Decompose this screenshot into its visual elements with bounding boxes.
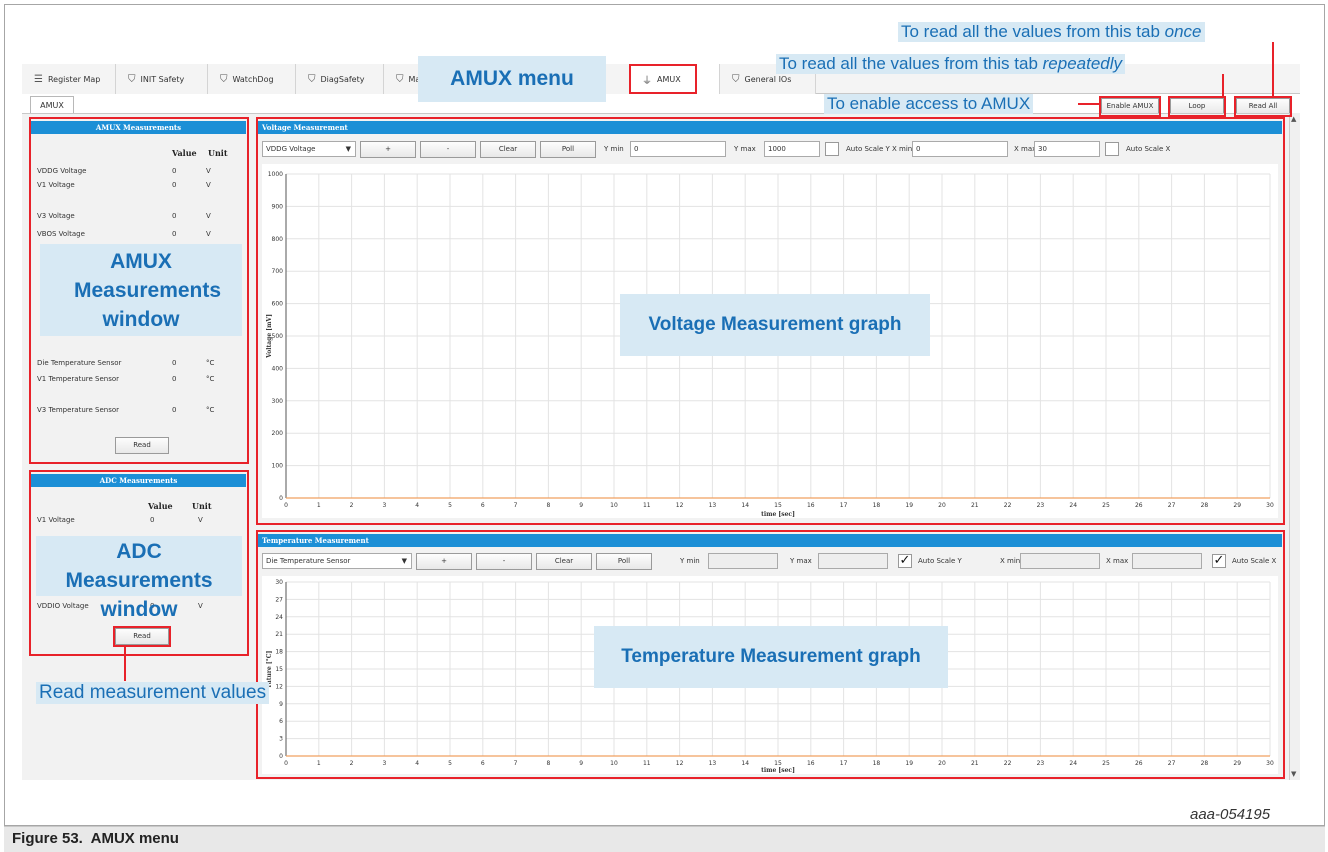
list-icon: ☰ <box>34 73 43 85</box>
leader-line-read <box>124 647 126 681</box>
callout-temp-graph: Temperature Measurement graph <box>594 626 948 688</box>
tab-diagsafety[interactable]: ⛉ DiagSafety <box>296 64 384 94</box>
leader-line-read-all <box>1272 42 1274 97</box>
amux-tab-highlight <box>629 64 697 94</box>
tab-init-safety[interactable]: ⛉ INIT Safety <box>116 64 208 94</box>
annotation-enable-amux: To enable access to AMUX <box>824 94 1034 114</box>
caption-bar <box>4 826 1325 852</box>
adc-read-highlight <box>113 626 171 647</box>
figure-page: { "main_tabs": [ {"label": "Register Map… <box>0 0 1328 852</box>
annotation-read-values: Read measurement values <box>36 682 270 704</box>
subtab-amux[interactable]: AMUX <box>30 96 74 114</box>
vertical-scrollbar[interactable]: ▲ ▼ <box>1289 113 1300 780</box>
annotation-loop: To read all the values from this tab rep… <box>776 54 1126 74</box>
leader-line-enable <box>1078 103 1100 105</box>
loop-highlight <box>1168 96 1226 117</box>
enable-amux-highlight <box>1099 96 1161 117</box>
shield-icon: ⛉ <box>732 73 740 85</box>
shield-icon: ⛉ <box>308 73 316 85</box>
leader-line-loop <box>1222 74 1224 97</box>
callout-amux-menu: AMUX menu <box>418 56 606 102</box>
shield-icon: ⛉ <box>128 73 136 85</box>
tab-register-map[interactable]: ☰ Register Map <box>22 64 116 94</box>
callout-adc-window: ADC Measurements window <box>36 536 242 621</box>
callout-amux-window: AMUX Measurements window <box>40 244 242 336</box>
callout-voltage-graph: Voltage Measurement graph <box>620 294 930 356</box>
scroll-down-icon[interactable]: ▼ <box>1291 770 1296 778</box>
shield-icon: ⛉ <box>220 73 228 85</box>
shield-icon: ⛉ <box>396 73 404 85</box>
figure-caption: Figure 53. AMUX menu <box>12 830 179 847</box>
tab-watchdog[interactable]: ⛉ WatchDog <box>208 64 296 94</box>
read-all-highlight <box>1234 96 1292 117</box>
annotation-read-all-once: To read all the values from this tab onc… <box>898 22 1205 42</box>
figure-id: aaa-054195 <box>1190 806 1271 823</box>
